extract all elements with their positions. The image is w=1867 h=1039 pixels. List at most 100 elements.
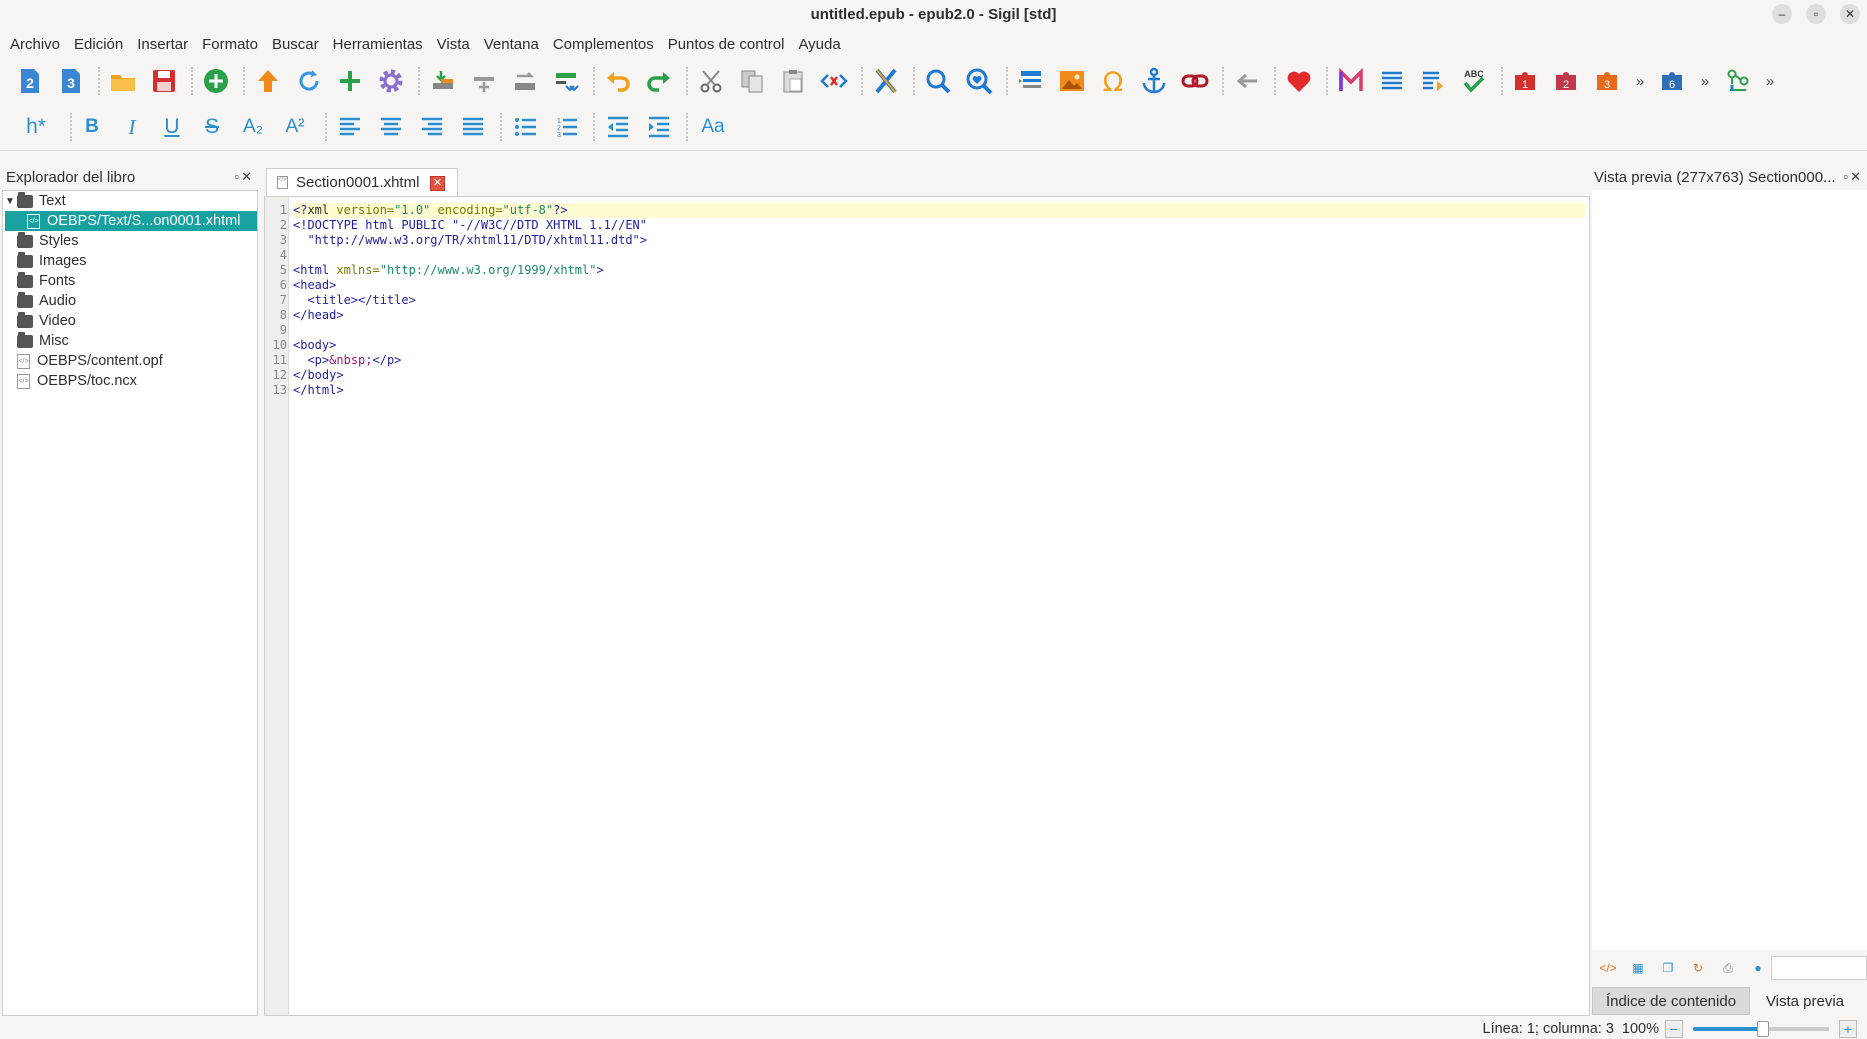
- tree-item-styles[interactable]: Styles: [3, 231, 257, 251]
- copy-preview-icon[interactable]: ❐: [1656, 958, 1680, 978]
- epub2-icon[interactable]: 2: [14, 65, 46, 97]
- copy-icon[interactable]: [736, 65, 768, 97]
- code-view[interactable]: 1 <?xml version="1.0" encoding="utf-8"?> …: [273, 203, 1585, 398]
- indent-icon[interactable]: [643, 111, 675, 143]
- panel-float-close-icon[interactable]: ▫✕: [234, 169, 254, 185]
- insert-file-icon[interactable]: [427, 65, 459, 97]
- align-left-icon[interactable]: [334, 111, 366, 143]
- split-marker-icon[interactable]: [550, 65, 582, 97]
- zoom-out-icon[interactable]: −: [1665, 1019, 1683, 1038]
- close-x-icon[interactable]: [870, 65, 902, 97]
- select-all-icon[interactable]: ▦: [1626, 958, 1650, 978]
- align-center-icon[interactable]: [375, 111, 407, 143]
- reload-icon[interactable]: ↻: [1686, 958, 1710, 978]
- tree-item-fonts[interactable]: Fonts: [3, 271, 257, 291]
- zoom-in-icon[interactable]: +: [1839, 1019, 1857, 1038]
- panel-float-close-icon[interactable]: ▫✕: [1843, 169, 1863, 185]
- toc-icon[interactable]: [1015, 65, 1047, 97]
- menu-insertar[interactable]: Insertar: [137, 36, 188, 53]
- find-heart-icon[interactable]: [963, 65, 995, 97]
- collapse-arrow-icon[interactable]: ▼: [3, 196, 17, 207]
- italic-button[interactable]: I: [119, 111, 145, 143]
- heading-button[interactable]: h*: [18, 111, 54, 143]
- menu-formato[interactable]: Formato: [202, 36, 258, 53]
- cut-icon[interactable]: [695, 65, 727, 97]
- plugin2-icon[interactable]: 2: [1551, 65, 1583, 97]
- spellcheck-icon[interactable]: ABC: [1458, 65, 1490, 97]
- outdent-icon[interactable]: [602, 111, 634, 143]
- code-tags-icon[interactable]: [818, 65, 850, 97]
- plugin6-icon[interactable]: 6: [1657, 65, 1689, 97]
- toolbar-overflow-icon[interactable]: »: [1763, 73, 1777, 90]
- omega-icon[interactable]: Ω: [1097, 65, 1129, 97]
- print-icon[interactable]: ●: [1746, 958, 1770, 978]
- tab-section0001[interactable]: </> Section0001.xhtml ✕: [266, 168, 458, 196]
- epub3-icon[interactable]: 3: [55, 65, 87, 97]
- refresh-icon[interactable]: [293, 65, 325, 97]
- toolbar-overflow-icon[interactable]: »: [1633, 73, 1647, 90]
- toolbar-overflow-icon[interactable]: »: [1698, 73, 1712, 90]
- tab-indice-de-contenido[interactable]: Índice de contenido: [1592, 987, 1750, 1015]
- zoom-slider[interactable]: [1693, 1020, 1829, 1037]
- checkpoint-icon[interactable]: [1722, 65, 1754, 97]
- close-tab-icon[interactable]: ✕: [430, 176, 445, 191]
- find-icon[interactable]: [922, 65, 954, 97]
- print-preview-icon[interactable]: ⎙: [1716, 958, 1740, 978]
- minimize-icon[interactable]: –: [1772, 4, 1792, 24]
- heart-icon[interactable]: [1283, 65, 1315, 97]
- paste-icon[interactable]: [777, 65, 809, 97]
- align-right-icon[interactable]: [416, 111, 448, 143]
- merge-icon[interactable]: [509, 65, 541, 97]
- preview-view[interactable]: [1592, 190, 1867, 950]
- tree-item-misc[interactable]: Misc: [3, 331, 257, 351]
- tab-vista-previa[interactable]: Vista previa: [1750, 987, 1860, 1015]
- menu-puntos-de-control[interactable]: Puntos de control: [668, 36, 785, 53]
- inspect-code-icon[interactable]: </>: [1596, 958, 1620, 978]
- tree-item-images[interactable]: Images: [3, 251, 257, 271]
- tree-item-section0001[interactable]: </> OEBPS/Text/S...on0001.xhtml: [5, 211, 257, 231]
- underline-button[interactable]: U: [159, 111, 185, 143]
- menu-vista[interactable]: Vista: [437, 36, 470, 53]
- maximize-icon[interactable]: ▫: [1806, 4, 1826, 24]
- menu-edicion[interactable]: Edición: [74, 36, 123, 53]
- numbered-list-icon[interactable]: 123: [550, 111, 582, 143]
- code-editor[interactable]: 1 <?xml version="1.0" encoding="utf-8"?> …: [264, 196, 1590, 1016]
- list-edit-icon[interactable]: [1417, 65, 1449, 97]
- plugin1-icon[interactable]: 1: [1510, 65, 1542, 97]
- upload-icon[interactable]: [252, 65, 284, 97]
- superscript-button[interactable]: A²: [281, 111, 309, 143]
- tree-item-text[interactable]: ▼ Text: [3, 191, 257, 211]
- align-justify-icon[interactable]: [457, 111, 489, 143]
- preview-zoom-field[interactable]: [1771, 956, 1867, 980]
- subscript-button[interactable]: A₂: [239, 111, 267, 143]
- bullet-list-icon[interactable]: [509, 111, 541, 143]
- tree-item-video[interactable]: Video: [3, 311, 257, 331]
- close-icon[interactable]: ✕: [1840, 4, 1860, 24]
- add-existing-icon[interactable]: [334, 65, 366, 97]
- tree-item-toc-ncx[interactable]: </> OEBPS/toc.ncx: [3, 371, 257, 391]
- link-icon[interactable]: [1179, 65, 1211, 97]
- open-folder-icon[interactable]: [107, 65, 139, 97]
- plugin3-icon[interactable]: 3: [1592, 65, 1624, 97]
- split-icon[interactable]: [468, 65, 500, 97]
- zoom-slider-handle[interactable]: [1757, 1020, 1769, 1037]
- text-case-button[interactable]: Aa: [695, 111, 731, 143]
- anchor-icon[interactable]: [1138, 65, 1170, 97]
- menu-herramientas[interactable]: Herramientas: [333, 36, 423, 53]
- bold-button[interactable]: B: [79, 111, 105, 143]
- list-icon[interactable]: [1376, 65, 1408, 97]
- menu-buscar[interactable]: Buscar: [272, 36, 319, 53]
- add-file-icon[interactable]: [200, 65, 232, 97]
- save-icon[interactable]: [148, 65, 180, 97]
- back-arrow-icon[interactable]: [1231, 65, 1263, 97]
- settings-gear-icon[interactable]: [375, 65, 407, 97]
- tree-item-audio[interactable]: Audio: [3, 291, 257, 311]
- undo-icon[interactable]: [602, 65, 634, 97]
- menu-complementos[interactable]: Complementos: [553, 36, 654, 53]
- image-icon[interactable]: [1056, 65, 1088, 97]
- m-icon[interactable]: [1335, 65, 1367, 97]
- tree-item-content-opf[interactable]: </> OEBPS/content.opf: [3, 351, 257, 371]
- strikethrough-button[interactable]: S: [199, 111, 225, 143]
- redo-icon[interactable]: [643, 65, 675, 97]
- menu-ayuda[interactable]: Ayuda: [798, 36, 840, 53]
